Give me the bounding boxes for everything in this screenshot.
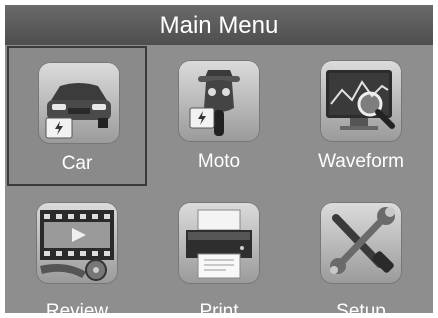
- film-review-icon: [36, 202, 118, 284]
- menu-item-label: Setup: [336, 301, 386, 313]
- waveform-icon: [320, 60, 402, 142]
- main-menu-screen: Main Menu Car Moto Waveform Review Print…: [5, 5, 433, 313]
- menu-item-label: Print: [199, 301, 239, 313]
- menu-item-waveform[interactable]: Waveform: [291, 46, 431, 186]
- menu-item-setup[interactable]: Setup: [291, 188, 431, 313]
- menu-item-label: Car: [61, 153, 93, 174]
- menu-item-review[interactable]: Review: [7, 188, 147, 313]
- menu-item-label: Review: [45, 301, 109, 313]
- menu-item-car[interactable]: Car: [7, 46, 147, 186]
- tools-icon: [320, 202, 402, 284]
- menu-item-label: Moto: [197, 151, 241, 172]
- menu-item-moto[interactable]: Moto: [149, 46, 289, 186]
- menu-item-print[interactable]: Print: [149, 188, 289, 313]
- car-icon: [38, 62, 120, 144]
- motorcycle-icon: [178, 60, 260, 142]
- printer-icon: [178, 202, 260, 284]
- menu-item-label: Waveform: [318, 151, 404, 172]
- page-title: Main Menu: [5, 5, 433, 45]
